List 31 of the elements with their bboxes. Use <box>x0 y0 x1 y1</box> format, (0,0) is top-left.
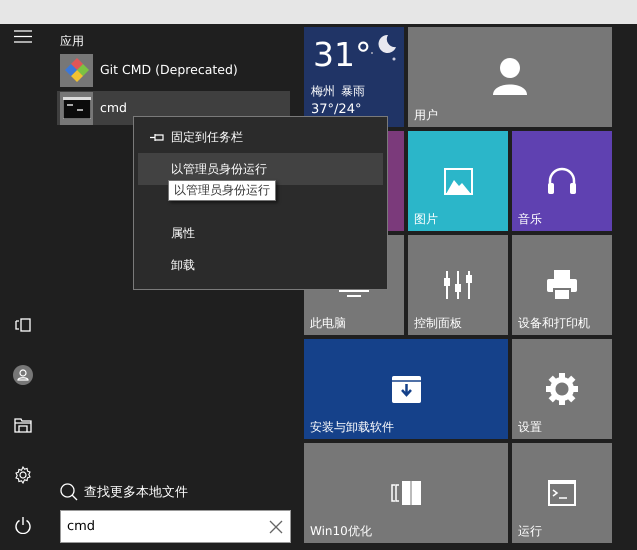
section-header: 应用 <box>60 33 85 49</box>
tile-label: 控制面板 <box>414 316 462 330</box>
app-tile[interactable]: Win10优化 <box>304 443 508 543</box>
menu-item[interactable]: 以管理员身份运行 <box>138 153 383 185</box>
tile-label: 用户 <box>414 108 438 122</box>
app-tile[interactable]: 控制面板 <box>408 235 508 335</box>
tile-label: 设置 <box>518 420 542 434</box>
search-field[interactable]: cmd <box>60 510 291 543</box>
temperature-range-text: 37°/24° <box>311 101 362 119</box>
app-list-item[interactable]: Git CMD (Deprecated) <box>57 53 290 87</box>
app-tile[interactable]: 设备和打印机 <box>512 235 612 335</box>
menu-item[interactable]: 卸载 <box>138 249 383 281</box>
weather-tile[interactable]: 31° 梅州 暴雨 37°/24° <box>304 27 404 127</box>
tile-label: 设备和打印机 <box>518 316 590 330</box>
app-tile[interactable]: 设置 <box>512 339 612 439</box>
app-tile[interactable]: 安装与卸载软件 <box>304 339 508 439</box>
search-more-files-link[interactable]: 查找更多本地文件 <box>84 482 188 502</box>
app-tile[interactable]: 运行 <box>512 443 612 543</box>
app-tile[interactable]: 音乐 <box>512 131 612 231</box>
tile-label: 安装与卸载软件 <box>310 420 394 434</box>
temperature-text: 31° <box>313 35 372 75</box>
tile-label: 音乐 <box>518 212 542 226</box>
tile-label: 运行 <box>518 524 542 538</box>
tile-label: 此电脑 <box>310 316 346 330</box>
tile-label: 图片 <box>414 212 438 226</box>
menu-item[interactable]: 属性 <box>138 217 383 249</box>
condition-text: 暴雨 <box>341 84 365 98</box>
tooltip: 以管理员身份运行 <box>168 180 276 201</box>
tile-label: Win10优化 <box>310 524 372 538</box>
city-text: 梅州 <box>311 84 335 98</box>
app-tile[interactable]: 用户 <box>408 27 612 127</box>
